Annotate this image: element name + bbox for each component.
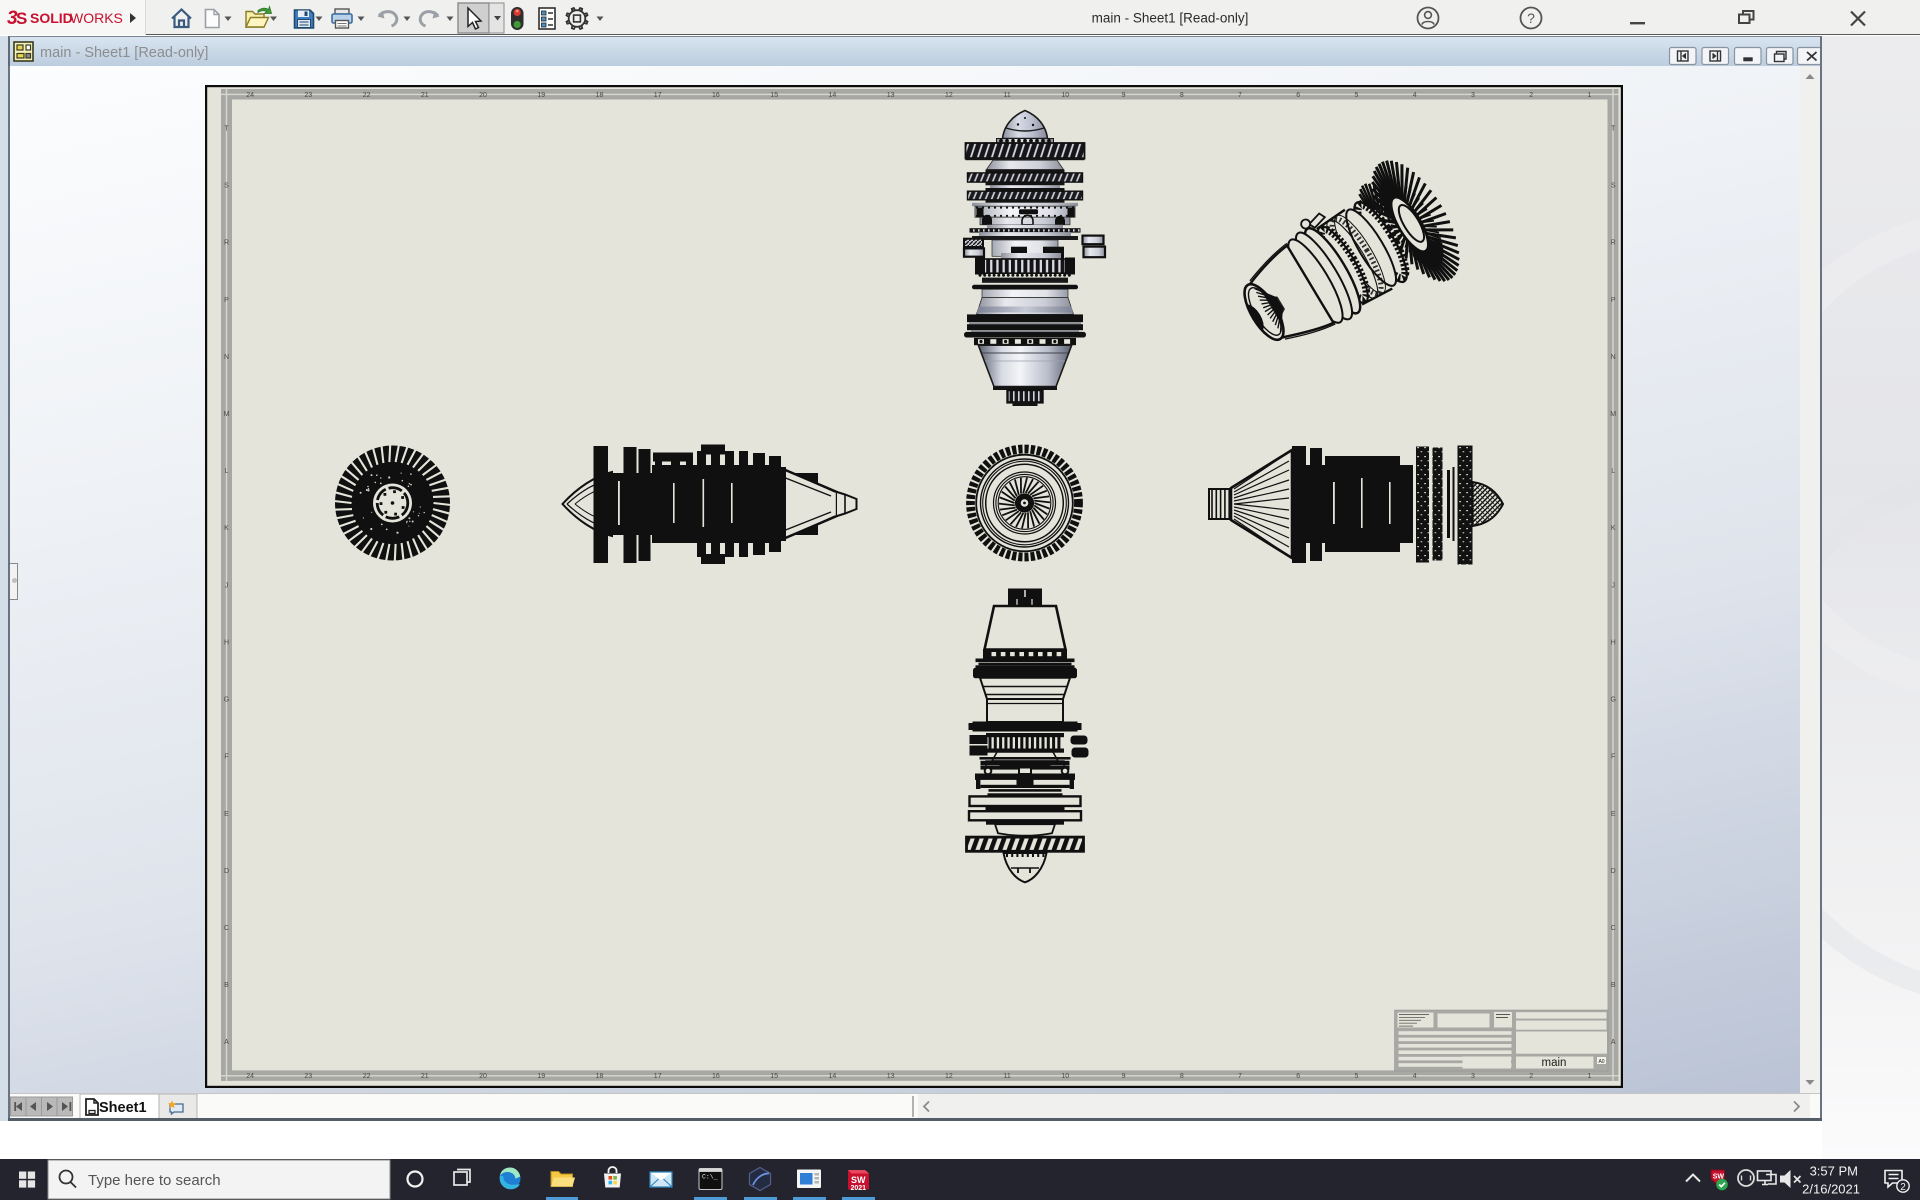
svg-text:K: K — [224, 525, 229, 532]
svg-text:A: A — [224, 1039, 229, 1046]
svg-text:22: 22 — [363, 92, 371, 99]
svg-text:4: 4 — [1413, 92, 1417, 99]
svg-text:16: 16 — [712, 92, 720, 99]
svg-text:24: 24 — [246, 1073, 254, 1080]
svg-text:17: 17 — [654, 92, 662, 99]
svg-text:Type here to search: Type here to search — [88, 1172, 221, 1189]
svg-text:14: 14 — [829, 92, 837, 99]
svg-text:S: S — [16, 9, 27, 28]
svg-text:L: L — [225, 468, 229, 475]
svg-text:A0: A0 — [1598, 1059, 1604, 1065]
svg-text:22: 22 — [363, 1073, 371, 1080]
svg-text:17: 17 — [654, 1073, 662, 1080]
svg-text:23: 23 — [304, 92, 312, 99]
svg-text:E: E — [1611, 811, 1616, 818]
svg-text:F: F — [1611, 754, 1615, 761]
svg-text:C: C — [1611, 925, 1616, 932]
svg-text:16: 16 — [712, 1073, 720, 1080]
svg-text:J: J — [225, 582, 229, 589]
svg-text:11: 11 — [1003, 1073, 1010, 1080]
svg-text:23: 23 — [304, 1073, 312, 1080]
svg-text:H: H — [1611, 640, 1616, 647]
svg-text:main - Sheet1 [Read-only]: main - Sheet1 [Read-only] — [1092, 11, 1249, 26]
svg-text:T: T — [224, 126, 229, 133]
svg-text:WORKS: WORKS — [70, 10, 123, 26]
svg-text:2: 2 — [1529, 1073, 1533, 1080]
svg-text:F: F — [224, 754, 228, 761]
svg-text:2: 2 — [1529, 92, 1533, 99]
svg-text:1: 1 — [1587, 92, 1591, 99]
svg-text:9: 9 — [1122, 92, 1126, 99]
svg-text:L: L — [1611, 468, 1615, 475]
svg-text:14: 14 — [829, 1073, 837, 1080]
svg-text:SW: SW — [851, 1175, 866, 1185]
svg-text:T: T — [1611, 126, 1616, 133]
svg-text:M: M — [224, 411, 230, 418]
svg-text:3: 3 — [1471, 92, 1475, 99]
svg-text:15: 15 — [770, 1073, 778, 1080]
svg-text:R: R — [1611, 240, 1616, 247]
svg-text:SOLID: SOLID — [30, 10, 73, 26]
svg-text:4: 4 — [1413, 1073, 1417, 1080]
svg-text:18: 18 — [596, 1073, 604, 1080]
svg-text:main - Sheet1 [Read-only]: main - Sheet1 [Read-only] — [40, 45, 208, 61]
svg-text:2021: 2021 — [851, 1185, 867, 1192]
svg-text:H: H — [224, 640, 229, 647]
svg-text:C:\_: C:\_ — [702, 1174, 718, 1181]
svg-text:8: 8 — [1180, 92, 1184, 99]
svg-text:K: K — [1611, 525, 1616, 532]
svg-text:P: P — [224, 297, 229, 304]
svg-text:N: N — [1611, 354, 1616, 361]
svg-text:3: 3 — [1471, 1073, 1475, 1080]
svg-text:?: ? — [1527, 10, 1535, 26]
svg-text:2: 2 — [1900, 1182, 1906, 1193]
svg-text:20: 20 — [479, 92, 487, 99]
svg-text:21: 21 — [421, 92, 429, 99]
svg-text:12: 12 — [945, 92, 953, 99]
svg-text:13: 13 — [887, 92, 895, 99]
svg-text:M: M — [1610, 411, 1616, 418]
svg-text:1: 1 — [1587, 1073, 1591, 1080]
svg-text:J: J — [1611, 582, 1615, 589]
svg-text:5: 5 — [1355, 1073, 1359, 1080]
svg-text:11: 11 — [1003, 92, 1010, 99]
svg-text:G: G — [224, 697, 229, 704]
svg-text:P: P — [1611, 297, 1616, 304]
svg-text:12: 12 — [945, 1073, 953, 1080]
svg-text:C: C — [224, 925, 229, 932]
svg-text:19: 19 — [537, 1073, 545, 1080]
svg-text:15: 15 — [770, 92, 778, 99]
svg-text:20: 20 — [479, 1073, 487, 1080]
svg-text:D: D — [224, 868, 229, 875]
svg-text:D: D — [1611, 868, 1616, 875]
svg-text:10: 10 — [1061, 92, 1069, 99]
svg-text:18: 18 — [596, 92, 604, 99]
svg-text:E: E — [224, 811, 229, 818]
svg-text:10: 10 — [1061, 1073, 1069, 1080]
svg-text:5: 5 — [1355, 92, 1359, 99]
svg-text:S: S — [224, 183, 229, 190]
svg-text:24: 24 — [246, 92, 254, 99]
svg-text:R: R — [224, 240, 229, 247]
svg-text:6: 6 — [1296, 1073, 1300, 1080]
svg-text:B: B — [224, 982, 229, 989]
svg-text:S: S — [1611, 183, 1616, 190]
svg-text:A: A — [1611, 1039, 1616, 1046]
svg-text:3:57 PM: 3:57 PM — [1810, 1164, 1858, 1179]
svg-text:main: main — [1542, 1057, 1567, 1069]
svg-text:7: 7 — [1238, 92, 1242, 99]
svg-text:Sheet1: Sheet1 — [99, 1100, 147, 1116]
svg-text:8: 8 — [1180, 1073, 1184, 1080]
svg-text:B: B — [1611, 982, 1616, 989]
svg-text:G: G — [1610, 697, 1615, 704]
svg-text:6: 6 — [1296, 92, 1300, 99]
svg-text:21: 21 — [421, 1073, 429, 1080]
svg-text:9: 9 — [1122, 1073, 1126, 1080]
svg-text:19: 19 — [537, 92, 545, 99]
svg-text:N: N — [224, 354, 229, 361]
svg-text:2/16/2021: 2/16/2021 — [1802, 1182, 1860, 1197]
svg-text:13: 13 — [887, 1073, 895, 1080]
svg-text:7: 7 — [1238, 1073, 1242, 1080]
